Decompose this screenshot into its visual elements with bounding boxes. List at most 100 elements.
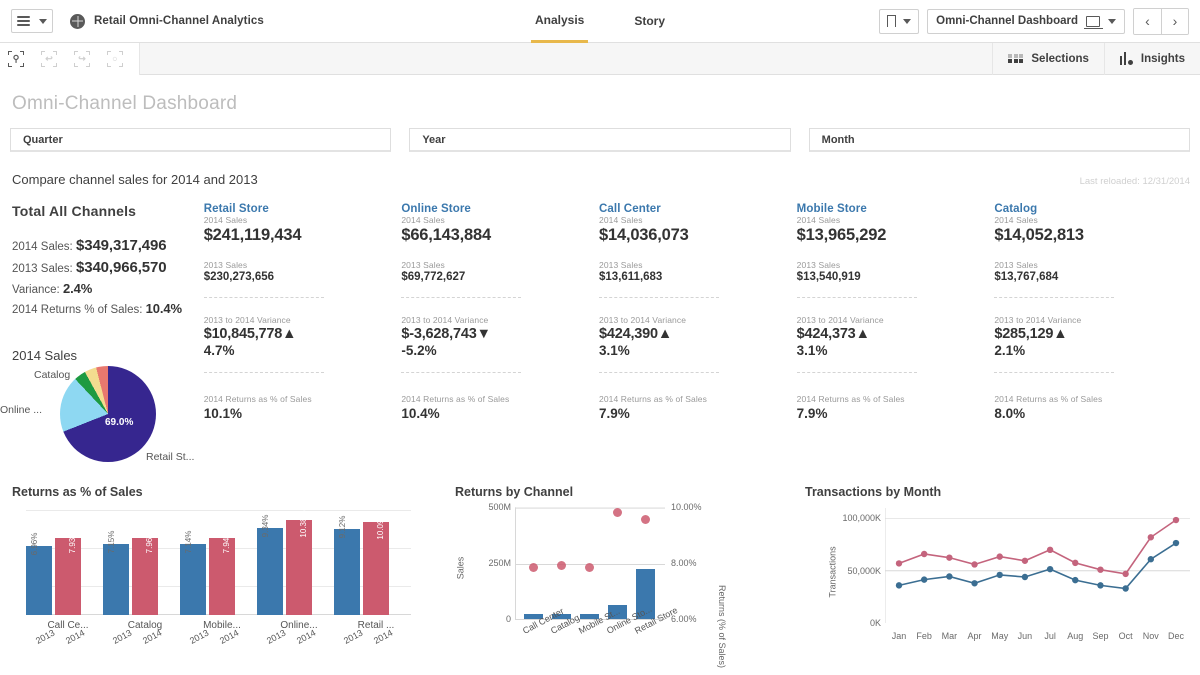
line-point[interactable] (1047, 547, 1053, 553)
value-returns-pct: 8.0% (994, 406, 1192, 421)
channel-name[interactable]: Call Center (599, 203, 797, 215)
bar-2013[interactable]: 7.14% (180, 544, 206, 615)
bar-2014[interactable]: 10.09% (363, 522, 389, 615)
line-point[interactable] (1173, 517, 1179, 523)
divider (994, 372, 1114, 373)
channel-name[interactable]: Online Store (401, 203, 599, 215)
value-variance-pct: 4.7% (204, 343, 402, 358)
point-returns-pct[interactable] (613, 508, 622, 517)
label-2013-sales: 2013 Sales (599, 260, 797, 270)
point-returns-pct[interactable] (557, 561, 566, 570)
line-point[interactable] (1148, 556, 1154, 562)
bar-2013[interactable]: 9.12% (334, 529, 360, 615)
line-point[interactable] (946, 573, 952, 579)
line-point[interactable] (971, 580, 977, 586)
next-sheet-button[interactable]: › (1161, 9, 1188, 34)
line-point[interactable] (946, 554, 952, 560)
chart-returns-by-channel[interactable]: Returns by Channel Sales Returns (% of S… (455, 485, 795, 675)
value-2014-sales: $13,965,292 (797, 226, 995, 245)
line-point[interactable] (1122, 585, 1128, 591)
tab-analysis[interactable]: Analysis (531, 0, 588, 43)
previous-sheet-button[interactable]: ‹ (1134, 9, 1161, 34)
main-menu-button[interactable] (11, 9, 53, 33)
bar-group[interactable]: 9.12%10.09% (334, 522, 389, 615)
line-point[interactable] (1097, 566, 1103, 572)
bar-value-label: 9.12% (338, 516, 347, 539)
line-point[interactable] (1022, 574, 1028, 580)
step-back-icon[interactable]: ↩ (41, 51, 57, 67)
selections-search-icon[interactable]: ⚲ (8, 51, 24, 67)
globe-icon (70, 14, 85, 29)
filter-year[interactable]: Year (409, 128, 790, 152)
line-point[interactable] (921, 576, 927, 582)
pie-label-retail: Retail St... (146, 451, 194, 463)
tab-story[interactable]: Story (630, 0, 669, 43)
line-point[interactable] (921, 551, 927, 557)
y2-axis-tick: 10.00% (671, 502, 702, 512)
sheet-selector[interactable]: Omni-Channel Dashboard (927, 9, 1125, 34)
line-point[interactable] (1097, 582, 1103, 588)
x-axis-tick: Jun (1014, 631, 1036, 641)
point-returns-pct[interactable] (585, 563, 594, 572)
hamburger-icon (17, 16, 30, 26)
bar-2013[interactable]: 6.96% (26, 546, 52, 615)
line-point[interactable] (1072, 577, 1078, 583)
filter-quarter[interactable]: Quarter (10, 128, 391, 152)
channel-name[interactable]: Mobile Store (797, 203, 995, 215)
value-variance-pct: -5.2% (401, 343, 599, 358)
filter-month[interactable]: Month (809, 128, 1190, 152)
line-point[interactable] (997, 553, 1003, 559)
value-variance: $285,129▲ (994, 326, 1192, 342)
step-forward-icon[interactable]: ↪ (74, 51, 90, 67)
value-returns-pct: 10.4% (401, 406, 599, 421)
line-point[interactable] (1148, 534, 1154, 540)
bottom-charts-row: Returns as % of Sales 6.96%7.93%7.15%7.9… (0, 485, 1200, 675)
divider (401, 372, 521, 373)
bar-2013[interactable]: 9.34% (257, 528, 283, 615)
clear-all-icon[interactable]: ○ (107, 51, 123, 67)
insights-button[interactable]: Insights (1104, 43, 1200, 75)
bar-2013[interactable]: 7.15% (103, 544, 129, 615)
line-point[interactable] (1072, 560, 1078, 566)
bar-2014[interactable]: 10.38% (286, 520, 312, 615)
label-2014-sales: 2014 Sales (797, 215, 995, 225)
line-point[interactable] (997, 572, 1003, 578)
value-variance: $10,845,778▲ (204, 326, 402, 342)
total-row-value: $349,317,496 (76, 237, 167, 254)
clear-all-glyph: ○ (112, 54, 117, 63)
channel-name[interactable]: Catalog (994, 203, 1192, 215)
bar-group[interactable]: 7.15%7.96% (103, 538, 158, 615)
chart-transactions-by-month[interactable]: Transactions by Month Transactions 0K50,… (805, 485, 1195, 675)
page-title: Omni-Channel Dashboard (0, 75, 1200, 115)
bar-2014[interactable]: 7.96% (132, 538, 158, 615)
bar-2014[interactable]: 7.94% (209, 538, 235, 615)
line-point[interactable] (1022, 558, 1028, 564)
line-point[interactable] (1173, 540, 1179, 546)
bar-2014[interactable]: 7.93% (55, 538, 81, 615)
point-returns-pct[interactable] (529, 563, 538, 572)
label-variance: 2013 to 2014 Variance (797, 315, 995, 325)
point-returns-pct[interactable] (641, 515, 650, 524)
selections-button[interactable]: Selections (992, 43, 1104, 75)
bar-group[interactable]: 9.34%10.38% (257, 520, 312, 615)
channel-name[interactable]: Retail Store (204, 203, 402, 215)
pie-slices[interactable] (60, 366, 156, 462)
value-returns-pct: 10.1% (204, 406, 402, 421)
label-returns: 2014 Returns as % of Sales (797, 394, 995, 404)
line-series-2014[interactable] (899, 520, 1176, 574)
pie-chart-2014-sales[interactable]: 2014 Sales 69.0% Catalog Online ... Reta… (12, 348, 212, 478)
line-point[interactable] (1047, 566, 1053, 572)
value-2013-sales: $69,772,627 (401, 271, 599, 283)
line-point[interactable] (1122, 571, 1128, 577)
value-2014-sales: $66,143,884 (401, 226, 599, 245)
value-variance-pct: 3.1% (599, 343, 797, 358)
value-variance-pct: 2.1% (994, 343, 1192, 358)
chart-returns-as-pct-of-sales[interactable]: Returns as % of Sales 6.96%7.93%7.15%7.9… (12, 485, 412, 675)
line-series-2013[interactable] (899, 543, 1176, 588)
bar-group[interactable]: 6.96%7.93% (26, 538, 81, 615)
bookmarks-button[interactable] (879, 9, 919, 34)
line-point[interactable] (971, 561, 977, 567)
line-point[interactable] (896, 560, 902, 566)
bar-group[interactable]: 7.14%7.94% (180, 538, 235, 615)
line-point[interactable] (896, 582, 902, 588)
